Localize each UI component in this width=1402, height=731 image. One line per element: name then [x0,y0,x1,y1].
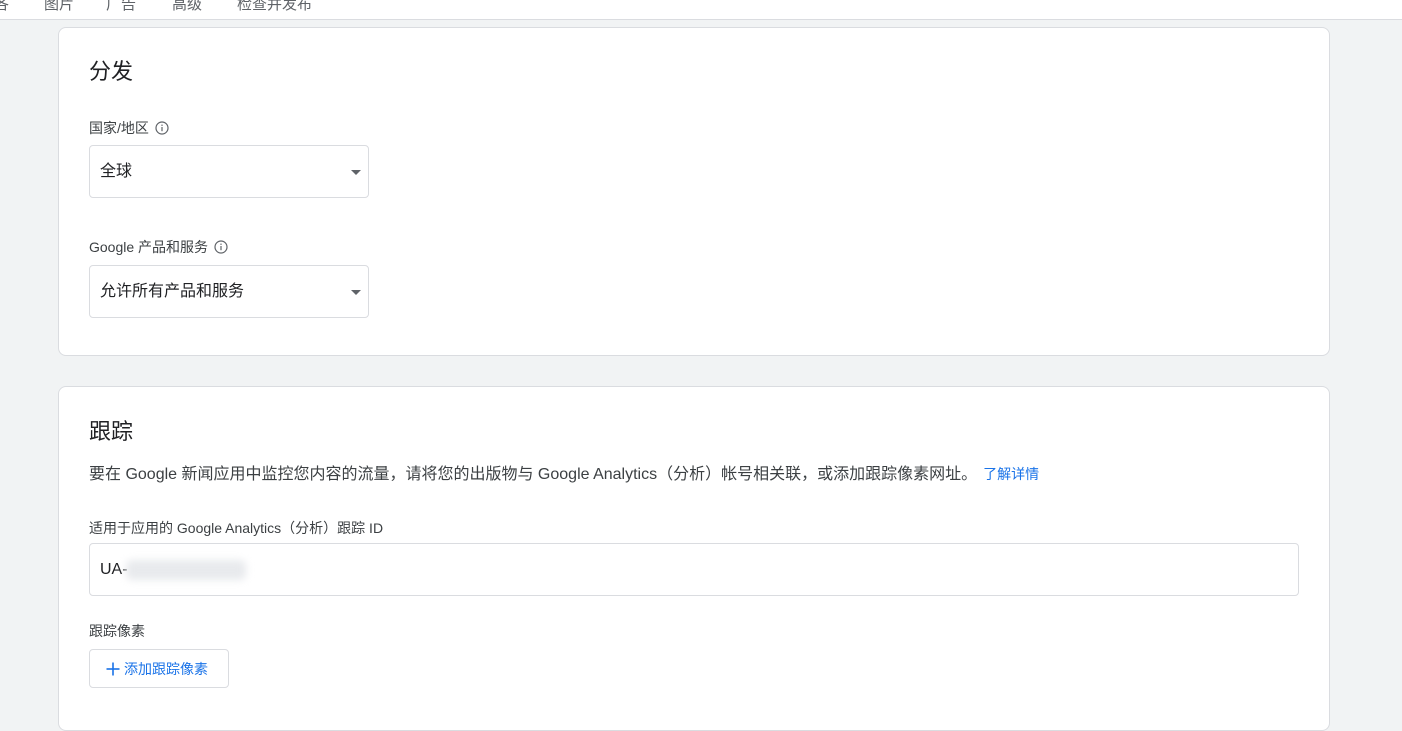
country-label-text: 国家/地区 [89,120,149,136]
tracking-description-text: 要在 Google 新闻应用中监控您内容的流量，请将您的出版物与 Google … [89,466,978,483]
info-icon[interactable] [214,240,228,254]
tab-ads[interactable]: 广告 [106,0,136,14]
country-select[interactable]: 全球 [89,145,369,198]
tracking-title: 跟踪 [89,419,134,444]
plus-icon [106,662,120,675]
tab-images[interactable]: 图片 [44,0,74,14]
analytics-id-input[interactable]: UA- [89,543,1299,596]
tab-review-publish[interactable]: 检查并发布 [237,0,312,14]
analytics-id-prefix: UA- [100,561,128,578]
dropdown-arrow-icon [351,170,361,175]
products-field-label: Google 产品和服务 [89,238,228,256]
distribution-card: 分发 国家/地区 全球 Google 产品和服务 允许所有产品和服务 [58,27,1330,356]
analytics-id-label: 适用于应用的 Google Analytics（分析）跟踪 ID [89,519,383,537]
tracking-pixels-label-text: 跟踪像素 [89,623,145,639]
tab-content[interactable]: 各 [0,0,9,14]
products-select[interactable]: 允许所有产品和服务 [89,265,369,318]
tracking-card: 跟踪 要在 Google 新闻应用中监控您内容的流量，请将您的出版物与 Goog… [58,386,1330,731]
info-icon[interactable] [155,121,169,135]
tab-advanced[interactable]: 高级 [172,0,202,14]
redacted-value [126,560,246,580]
tracking-description: 要在 Google 新闻应用中监控您内容的流量，请将您的出版物与 Google … [89,464,1039,485]
country-field-label: 国家/地区 [89,119,169,137]
products-select-value: 允许所有产品和服务 [100,283,245,300]
tracking-pixels-label: 跟踪像素 [89,622,145,640]
products-label-text: Google 产品和服务 [89,239,209,255]
dropdown-arrow-icon [351,290,361,295]
distribution-title: 分发 [89,59,134,84]
add-tracking-pixel-button[interactable]: 添加跟踪像素 [89,649,229,688]
analytics-id-label-text: 适用于应用的 Google Analytics（分析）跟踪 ID [89,520,384,536]
country-select-value: 全球 [100,163,133,180]
top-tab-bar: 各 图片 广告 高级 检查并发布 [0,0,1402,20]
add-tracking-pixel-label: 添加跟踪像素 [124,660,208,677]
learn-more-link[interactable]: 了解详情 [983,466,1039,482]
